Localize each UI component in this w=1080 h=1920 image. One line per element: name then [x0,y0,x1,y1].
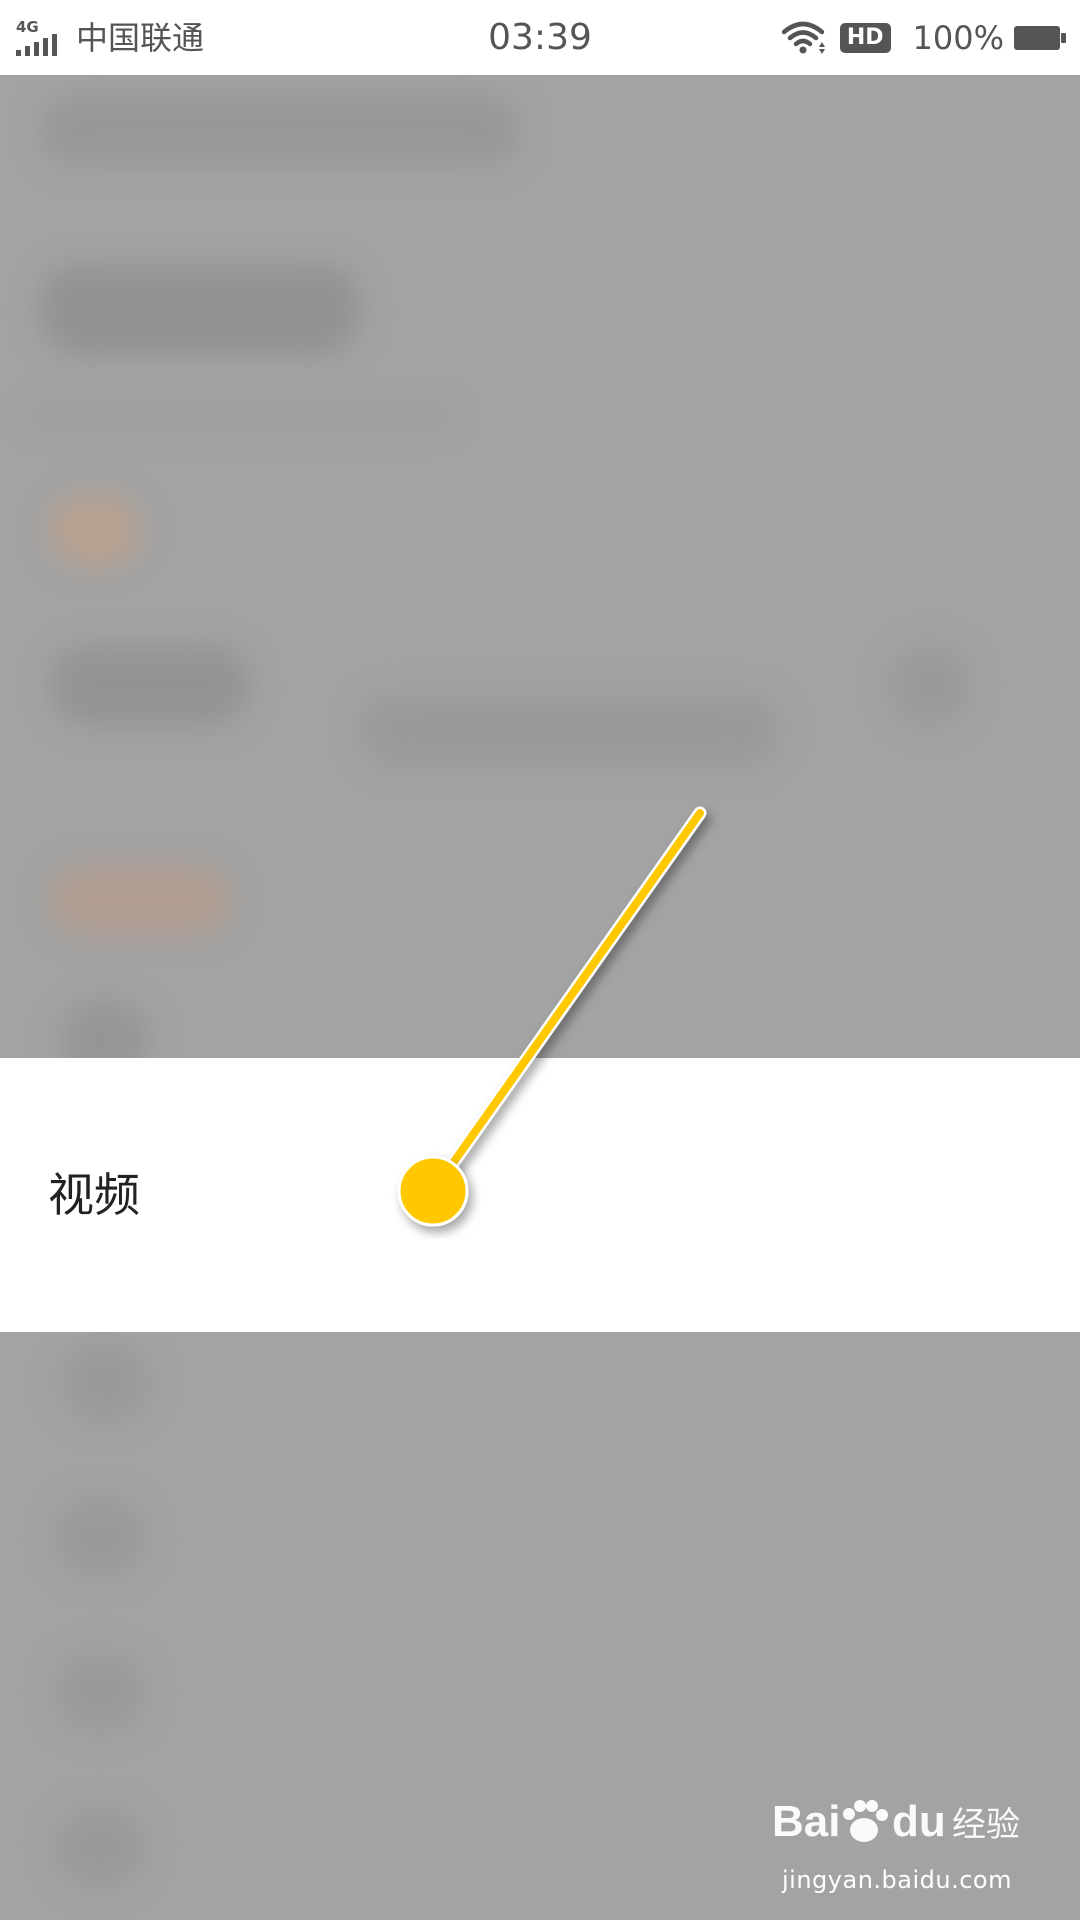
blurred-text-line [40,95,520,165]
svg-text:du: du [892,1797,946,1846]
baidu-jingyan-watermark: Bai du 经验 jingyan.baidu.com [772,1784,1022,1894]
blurred-icon [55,1652,145,1732]
blurred-orange-tag [50,865,230,935]
blurred-icon [55,1807,145,1887]
dimmed-content-top [0,75,1080,1058]
hd-badge: HD [839,22,891,53]
status-right: HD 100% [781,0,1066,75]
wifi-icon [781,21,825,54]
watermark-url: jingyan.baidu.com [782,1866,1012,1894]
blurred-divider [30,410,450,424]
blurred-icon [55,1497,145,1577]
svg-text:经验: 经验 [952,1805,1020,1845]
video-option-label: 视频 [48,1168,140,1222]
blurred-icon [60,1000,150,1058]
status-bar: 4G 中国联通 03:39 HD 100% [0,0,1080,75]
blurred-text-line [40,265,360,355]
battery-icon [1014,25,1066,50]
blurred-text-line [50,645,250,725]
svg-text:Bai: Bai [772,1797,840,1846]
blurred-avatar [890,645,970,725]
blurred-orange-dot [50,495,140,565]
blurred-icon [60,1342,150,1422]
battery-percentage: 100% [912,18,1004,57]
baidu-paw-logo: Bai du 经验 [772,1797,1020,1846]
blurred-text-line [360,695,780,765]
video-option-row[interactable]: 视频 [0,1058,1080,1332]
